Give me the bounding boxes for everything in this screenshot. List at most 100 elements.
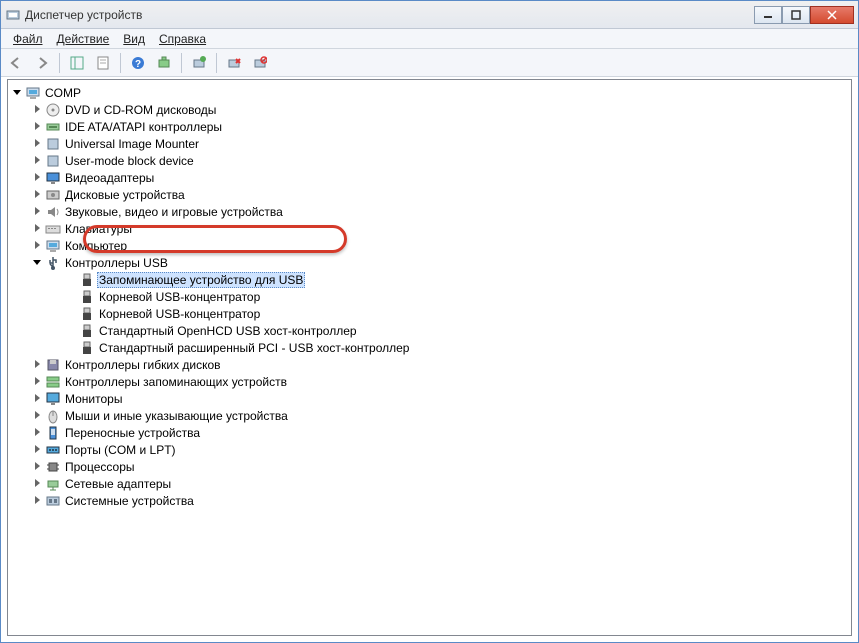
- disc-icon: [45, 102, 61, 118]
- tree-category[interactable]: Переносные устройства: [8, 424, 851, 441]
- show-hide-tree-button[interactable]: [66, 52, 88, 74]
- device-label: Запоминающее устройство для USB: [97, 272, 305, 288]
- category-label: Компьютер: [63, 239, 129, 253]
- expand-icon[interactable]: [12, 87, 23, 98]
- storage-icon: [45, 374, 61, 390]
- expand-icon[interactable]: [32, 172, 43, 183]
- expand-icon[interactable]: [32, 393, 43, 404]
- device-label: Стандартный расширенный PCI - USB хост-к…: [97, 341, 411, 355]
- properties-button[interactable]: [92, 52, 114, 74]
- category-label: User-mode block device: [63, 154, 196, 168]
- expand-spacer: [66, 291, 77, 302]
- maximize-button[interactable]: [782, 6, 810, 24]
- floppy-icon: [45, 357, 61, 373]
- expand-icon[interactable]: [32, 189, 43, 200]
- expand-icon[interactable]: [32, 444, 43, 455]
- monitor-icon: [45, 391, 61, 407]
- expand-icon[interactable]: [32, 359, 43, 370]
- tree-category[interactable]: User-mode block device: [8, 152, 851, 169]
- tree-category[interactable]: Системные устройства: [8, 492, 851, 509]
- device-tree[interactable]: COMP DVD и CD-ROM дисководыIDE ATA/ATAPI …: [7, 79, 852, 636]
- sound-icon: [45, 204, 61, 220]
- generic-icon: [45, 136, 61, 152]
- tree-category[interactable]: Сетевые адаптеры: [8, 475, 851, 492]
- tree-category[interactable]: Мониторы: [8, 390, 851, 407]
- expand-icon[interactable]: [32, 104, 43, 115]
- menubar: Файл Действие Вид Справка: [1, 29, 858, 49]
- category-label: Системные устройства: [63, 494, 196, 508]
- generic-icon: [45, 153, 61, 169]
- device-label: Корневой USB-концентратор: [97, 290, 262, 304]
- svg-text:?: ?: [135, 59, 141, 70]
- menu-help[interactable]: Справка: [153, 30, 212, 48]
- tree-category[interactable]: Контроллеры гибких дисков: [8, 356, 851, 373]
- update-driver-button[interactable]: [188, 52, 210, 74]
- uninstall-button[interactable]: [223, 52, 245, 74]
- expand-icon[interactable]: [32, 427, 43, 438]
- category-label: Процессоры: [63, 460, 137, 474]
- expand-icon[interactable]: [32, 240, 43, 251]
- tree-device[interactable]: Стандартный OpenHCD USB хост-контроллер: [8, 322, 851, 339]
- menu-file[interactable]: Файл: [7, 30, 49, 48]
- tree-category[interactable]: Мыши и иные указывающие устройства: [8, 407, 851, 424]
- disable-button[interactable]: [249, 52, 271, 74]
- tree-device[interactable]: Корневой USB-концентратор: [8, 305, 851, 322]
- category-label: Контроллеры запоминающих устройств: [63, 375, 289, 389]
- category-label: DVD и CD-ROM дисководы: [63, 103, 218, 117]
- tree-category[interactable]: Клавиатуры: [8, 220, 851, 237]
- toolbar: ?: [1, 49, 858, 77]
- tree-category[interactable]: Порты (COM и LPT): [8, 441, 851, 458]
- expand-icon[interactable]: [32, 155, 43, 166]
- minimize-button[interactable]: [754, 6, 782, 24]
- back-button[interactable]: [5, 52, 27, 74]
- expand-icon[interactable]: [32, 121, 43, 132]
- tree-category[interactable]: DVD и CD-ROM дисководы: [8, 101, 851, 118]
- expand-spacer: [66, 308, 77, 319]
- category-label: Контроллеры USB: [63, 256, 170, 270]
- tree-category[interactable]: Процессоры: [8, 458, 851, 475]
- tree-category[interactable]: Видеоадаптеры: [8, 169, 851, 186]
- scan-hardware-button[interactable]: [153, 52, 175, 74]
- portable-icon: [45, 425, 61, 441]
- tree-category[interactable]: IDE ATA/ATAPI контроллеры: [8, 118, 851, 135]
- forward-button[interactable]: [31, 52, 53, 74]
- category-label: Мониторы: [63, 392, 124, 406]
- window-buttons: [754, 6, 854, 24]
- keyboard-icon: [45, 221, 61, 237]
- tree-category[interactable]: Контроллеры запоминающих устройств: [8, 373, 851, 390]
- tree-category[interactable]: Контроллеры USB: [8, 254, 851, 271]
- expand-icon[interactable]: [32, 223, 43, 234]
- category-label: Видеоадаптеры: [63, 171, 156, 185]
- expand-icon[interactable]: [32, 478, 43, 489]
- expand-icon[interactable]: [32, 461, 43, 472]
- tree-category[interactable]: Компьютер: [8, 237, 851, 254]
- titlebar[interactable]: Диспетчер устройств: [1, 1, 858, 29]
- expand-icon[interactable]: [32, 138, 43, 149]
- menu-view[interactable]: Вид: [117, 30, 151, 48]
- tree-device[interactable]: Запоминающее устройство для USB: [8, 271, 851, 288]
- menu-action[interactable]: Действие: [51, 30, 116, 48]
- tree-category[interactable]: Universal Image Mounter: [8, 135, 851, 152]
- close-button[interactable]: [810, 6, 854, 24]
- tree-category[interactable]: Дисковые устройства: [8, 186, 851, 203]
- tree-root[interactable]: COMP: [8, 84, 851, 101]
- computer-icon: [25, 85, 41, 101]
- usb-icon: [45, 255, 61, 271]
- expand-icon[interactable]: [32, 495, 43, 506]
- expand-icon[interactable]: [32, 376, 43, 387]
- tree-category[interactable]: Звуковые, видео и игровые устройства: [8, 203, 851, 220]
- category-label: Клавиатуры: [63, 222, 134, 236]
- expand-icon[interactable]: [32, 257, 43, 268]
- tree-device[interactable]: Корневой USB-концентратор: [8, 288, 851, 305]
- port-icon: [45, 442, 61, 458]
- mouse-icon: [45, 408, 61, 424]
- expand-icon[interactable]: [32, 206, 43, 217]
- ide-icon: [45, 119, 61, 135]
- expand-spacer: [66, 342, 77, 353]
- expand-icon[interactable]: [32, 410, 43, 421]
- help-button[interactable]: ?: [127, 52, 149, 74]
- toolbar-separator: [216, 53, 217, 73]
- category-label: Переносные устройства: [63, 426, 202, 440]
- tree-device[interactable]: Стандартный расширенный PCI - USB хост-к…: [8, 339, 851, 356]
- usb-dev-icon: [79, 340, 95, 356]
